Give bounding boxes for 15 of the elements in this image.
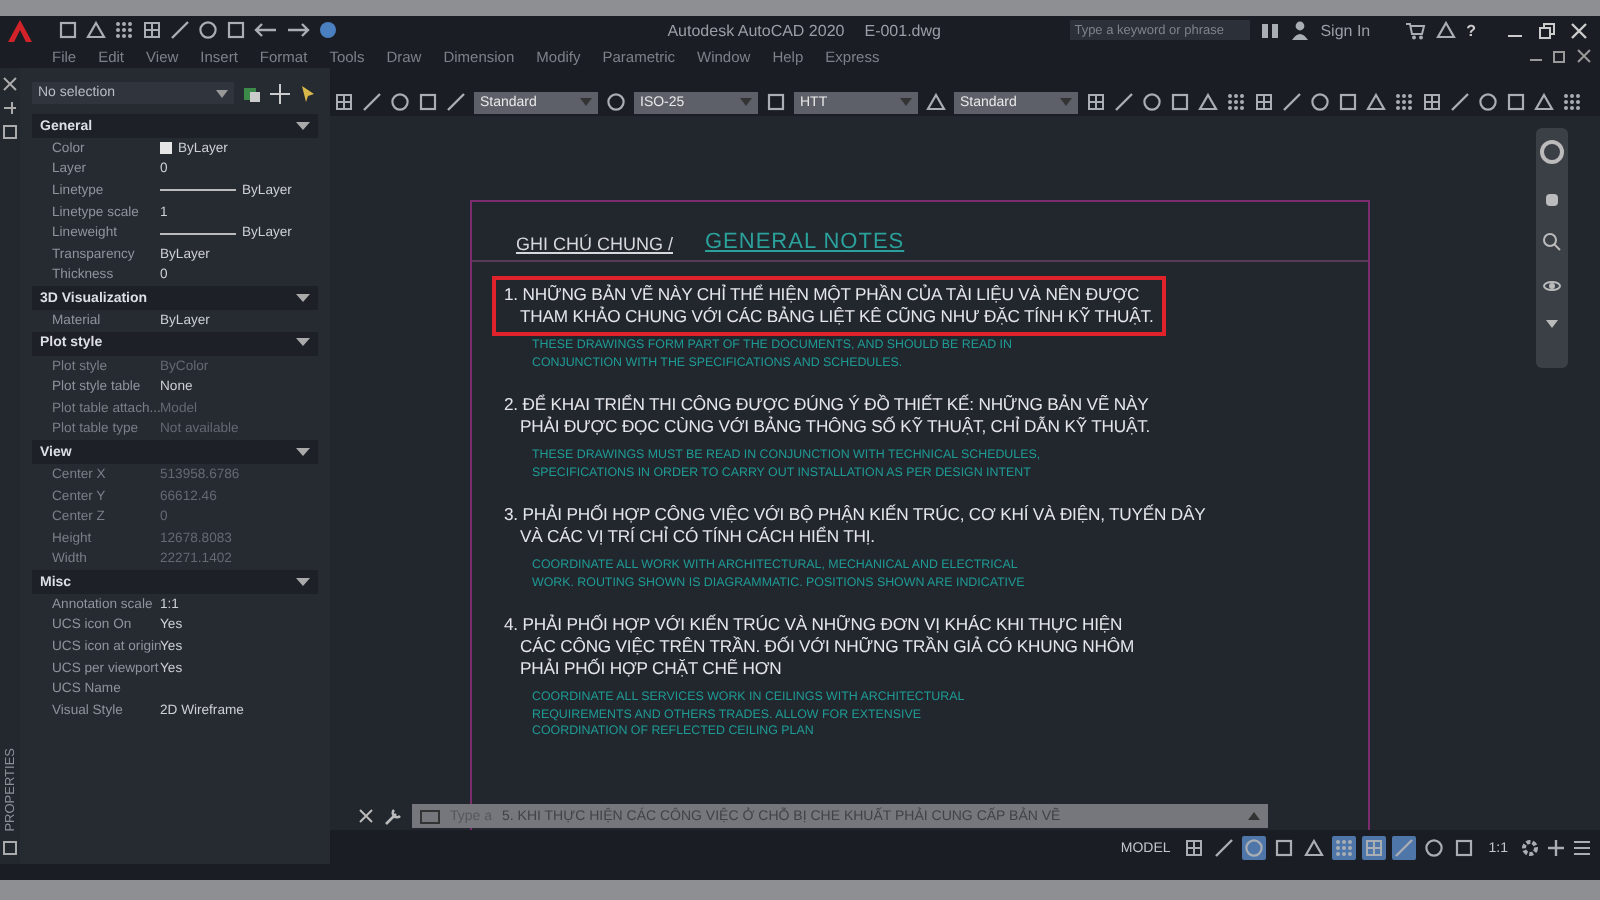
- note-text: CÁC CÔNG VIỆC TRÊN TRẦN. ĐỐI VỚI NHỮNG TRẦN GIẢ CÓ KHUNG NHÔM: [518, 636, 1135, 658]
- note-text: 3. PHẢI PHỐI HỢP CÔNG VIỆC VỚI BỘ PHẬN KIẾN TRÚC, CƠ KHÍ VÀ ĐIỆN, TUYẾN DÂY: [504, 504, 1206, 526]
- notes-heading: GENERAL NOTES: [705, 230, 905, 254]
- window-title: Autodesk AutoCAD 2020: [667, 21, 845, 39]
- note-text: VÀ CÁC VỊ TRÍ CHỈ CÓ TÍNH CÁCH HIỂN THỊ.: [518, 526, 877, 548]
- note-text: THAM KHẢO CHUNG VỚI CÁC BẢNG LIỆT KÊ CŨNG NHƯ ĐẶC TÍNH KỸ THUẬT.: [518, 306, 1154, 328]
- notes-heading: GHI CHÚ CHUNG /: [516, 234, 673, 254]
- note-text: 4. PHẢI PHỐI HỢP VỚI KIẾN TRÚC VÀ NHỮNG ĐƠN VỊ KHÁC KHI THỰC HIỆN: [504, 614, 1125, 636]
- help-button[interactable]: ?: [1466, 21, 1476, 39]
- sign-in-link[interactable]: Sign In: [1320, 21, 1371, 39]
- note-text: 1. NHỮNG BẢN VẼ NÀY CHỈ THỂ HIỆN MỘT PHẦN CỦA TÀI LIỆU VÀ NÊN ĐƯỢC: [504, 284, 1142, 306]
- note-text: 2. ĐỂ KHAI TRIỂN THI CÔNG ĐƯỢC ĐÚNG Ý ĐỒ THIẾT KẾ: NHỮNG BẢN VẼ NÀY: [504, 394, 1151, 416]
- file-name: E-001.dwg: [864, 21, 941, 39]
- note-text: PHẢI PHỐI HỢP CHẶT CHẼ HƠN: [518, 658, 784, 680]
- note-text: PHẢI ĐƯỢC ĐỌC CÙNG VỚI BẢNG THÔNG SỐ KỸ THUẬT, CHỈ DẪN KỸ THUẬT.: [518, 416, 1151, 438]
